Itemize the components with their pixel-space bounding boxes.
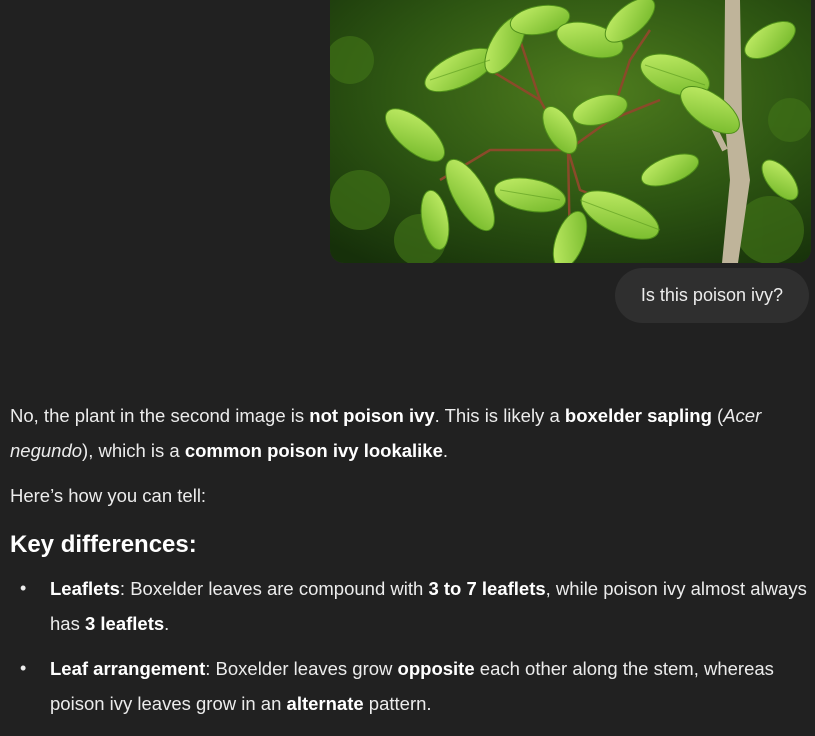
section-heading: Key differences: xyxy=(10,531,197,558)
user-message-bubble: Is this poison ivy? xyxy=(614,268,809,323)
list-item-label: Leaflets xyxy=(50,578,120,599)
assistant-paragraph-2: Here’s how you can tell: xyxy=(10,485,207,506)
text-run: . xyxy=(164,613,170,634)
bold-run: 3 to 7 leaflets xyxy=(428,578,546,599)
differences-list: • Leaflets: Boxelder leaves are compound … xyxy=(10,571,810,721)
bold-run: 3 leaflets xyxy=(84,613,165,634)
user-message-text: Is this poison ivy? xyxy=(640,285,783,305)
list-item: • Leaflets: Boxelder leaves are compound … xyxy=(10,571,810,641)
plant-photo xyxy=(330,0,811,263)
bold-run: alternate xyxy=(286,693,364,714)
chat-thread: Is this poison ivy? No, the plant in the… xyxy=(0,0,815,736)
list-item-label: Leaf arrangement xyxy=(50,658,206,679)
text-run: No, the plant in the second image is xyxy=(10,405,310,426)
bold-run: not poison ivy xyxy=(309,405,435,426)
assistant-message: No, the plant in the second image is not… xyxy=(10,398,810,731)
bullet-icon: • xyxy=(20,658,27,678)
assistant-paragraph-1: No, the plant in the second image is not… xyxy=(10,398,810,468)
bold-run: opposite xyxy=(397,658,475,679)
text-run: pattern. xyxy=(363,693,432,714)
text-run: ), which is a xyxy=(82,440,185,461)
bold-run: common poison ivy lookalike xyxy=(184,440,443,461)
text-run: . xyxy=(442,440,449,461)
bullet-icon: • xyxy=(20,578,27,598)
bold-run: boxelder sapling xyxy=(564,405,712,426)
list-item: • Leaf arrangement: Boxelder leaves grow … xyxy=(10,651,810,721)
text-run: : Boxelder leaves grow xyxy=(205,658,398,679)
user-image-attachment[interactable] xyxy=(330,0,811,263)
text-run: : Boxelder leaves are compound with xyxy=(119,578,429,599)
text-run: ( xyxy=(711,405,724,426)
text-run: . This is likely a xyxy=(434,405,565,426)
